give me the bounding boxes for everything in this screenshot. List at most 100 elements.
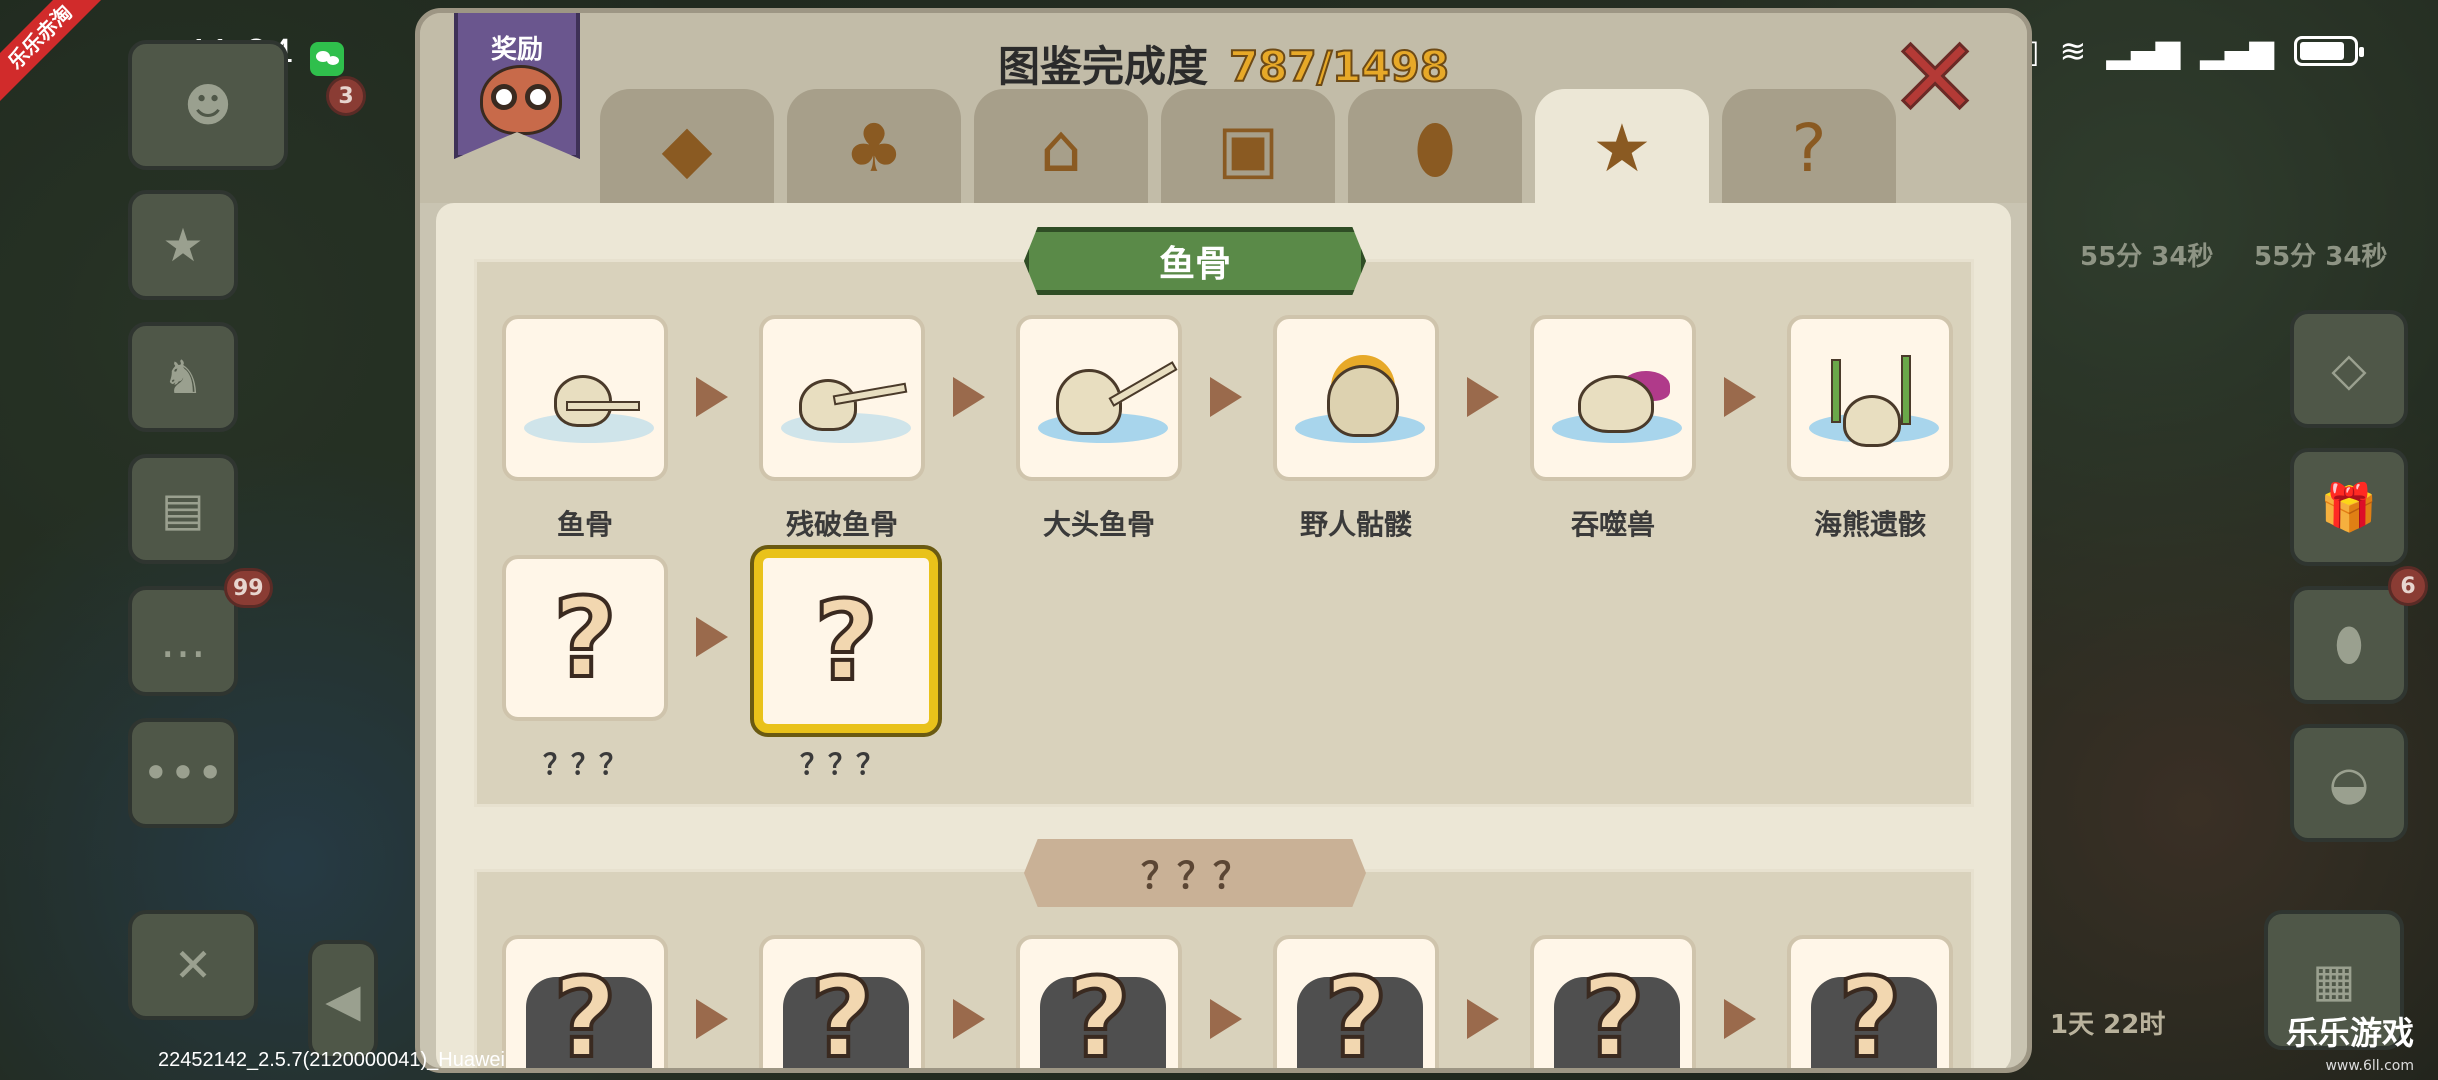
- question-mark-icon: ?: [812, 577, 880, 705]
- evolve-arrow-icon: [696, 617, 728, 657]
- knight-button[interactable]: ♞: [128, 322, 238, 432]
- skull-art: [1578, 375, 1654, 433]
- locked-card[interactable]: ?: [1016, 935, 1182, 1073]
- locked-card[interactable]: ?: [502, 935, 668, 1073]
- tab-clover[interactable]: ♣: [787, 89, 961, 209]
- item-name: 大头鱼骨: [1042, 508, 1155, 541]
- question-mark-icon: ?: [551, 954, 619, 1073]
- item-name: 吞噬兽: [1570, 508, 1655, 541]
- collection-card-sea-bear-remains[interactable]: [1787, 315, 1953, 481]
- item-name: ？？？: [542, 748, 627, 781]
- reward-label: 奖励: [490, 35, 543, 65]
- question-mark-icon: ?: [1322, 954, 1390, 1073]
- collection-card-fishbone[interactable]: [502, 315, 668, 481]
- collection-card-devourer[interactable]: [1530, 315, 1696, 481]
- tab-house[interactable]: ⌂: [974, 89, 1148, 209]
- evolve-arrow-icon: [1467, 377, 1499, 417]
- section-title-fishbone: 鱼骨: [1024, 227, 1366, 295]
- skull-art: [1327, 365, 1399, 437]
- collection-card-savage-skull[interactable]: [1273, 315, 1439, 481]
- watermark-logo: 乐乐游戏: [2285, 1014, 2414, 1052]
- book-button[interactable]: ▤: [128, 454, 238, 564]
- dialog-header: 图鉴完成度 787/1498 ◆ ♣ ⌂ ▣ ⬮ ★ ? ✕: [420, 13, 2027, 209]
- right-timer: 1天 22时: [2050, 1010, 2166, 1040]
- gift-button[interactable]: 🎁: [2290, 448, 2408, 566]
- egg-icon: ⬮: [1414, 110, 1456, 187]
- locked-card[interactable]: ?: [1273, 935, 1439, 1073]
- section-fishbone: [474, 259, 1974, 807]
- evolve-arrow-icon: [1210, 999, 1242, 1039]
- wifi-icon: ≋: [2059, 32, 2087, 70]
- completion-value: 787/1498: [1228, 41, 1450, 92]
- avatar-frame[interactable]: ☻: [128, 40, 288, 170]
- evolve-arrow-icon: [953, 999, 985, 1039]
- tab-chest[interactable]: ▣: [1161, 89, 1335, 209]
- item-name: 鱼骨: [556, 508, 613, 541]
- tab-question[interactable]: ?: [1722, 89, 1896, 209]
- star-icon: ★: [1592, 110, 1652, 187]
- tab-diamond[interactable]: ◆: [600, 89, 774, 209]
- signal-icon-2: ▂▄▆: [2200, 32, 2274, 70]
- timer-2: 55分 34秒: [2254, 242, 2388, 272]
- seaweed-art: [1831, 359, 1841, 423]
- watermark-url: www.6ll.com: [2325, 1058, 2414, 1074]
- question-mark-icon: ?: [1065, 954, 1133, 1073]
- item-name: 残破鱼骨: [785, 508, 898, 541]
- question-mark-icon: ?: [808, 954, 876, 1073]
- owl-icon: [480, 65, 562, 135]
- tab-egg[interactable]: ⬮: [1348, 89, 1522, 209]
- category-tabs: ◆ ♣ ⌂ ▣ ⬮ ★ ?: [600, 89, 1896, 209]
- battery-icon: [2294, 36, 2364, 66]
- skull-art: [799, 379, 857, 431]
- collection-content[interactable]: 鱼骨 鱼骨 残破鱼骨 大头鱼骨 野人骷髅 吞噬兽 海熊遗骸 ? ？？？ ? ？？…: [436, 203, 2011, 1073]
- wechat-icon: [310, 42, 344, 76]
- more-button[interactable]: •••: [128, 718, 238, 828]
- skull-art: [1843, 395, 1901, 447]
- tab-star[interactable]: ★: [1535, 89, 1709, 209]
- evolve-arrow-icon: [953, 377, 985, 417]
- collection-card-unknown[interactable]: ?: [502, 555, 668, 721]
- chat-count-badge: 99: [224, 568, 273, 608]
- chat-button[interactable]: …: [128, 586, 238, 696]
- evolve-arrow-icon: [1467, 999, 1499, 1039]
- close-button[interactable]: ✕: [1887, 22, 1982, 135]
- star-button[interactable]: ★: [128, 190, 238, 300]
- banner-button[interactable]: ◇: [2290, 310, 2408, 428]
- nest-button[interactable]: ◒: [2290, 724, 2408, 842]
- seaweed-art: [1901, 355, 1911, 425]
- close-icon: ✕: [1887, 14, 1982, 142]
- egg-count-badge: 6: [2388, 566, 2428, 606]
- completion-label: 图鉴完成度: [997, 42, 1208, 91]
- question-icon: ?: [1791, 110, 1827, 187]
- completion-title: 图鉴完成度 787/1498: [420, 33, 2027, 94]
- locked-card[interactable]: ?: [1530, 935, 1696, 1073]
- signal-icon: ▂▄▆: [2106, 32, 2181, 70]
- locked-card[interactable]: ?: [759, 935, 925, 1073]
- diamond-icon: ◆: [661, 110, 713, 187]
- chest-icon: ▣: [1216, 110, 1280, 187]
- item-name: ？？？: [799, 748, 884, 781]
- egg-button[interactable]: ⬮: [2290, 586, 2408, 704]
- bones-art: [566, 401, 640, 411]
- locked-card[interactable]: ?: [1787, 935, 1953, 1073]
- section-title-unknown: ？？？: [1024, 839, 1366, 907]
- map-button[interactable]: ✕: [128, 910, 258, 1020]
- evolve-arrow-icon: [1210, 377, 1242, 417]
- collapse-arrow-button[interactable]: ◀: [308, 940, 378, 1060]
- question-mark-icon: ?: [1836, 954, 1904, 1073]
- collection-dialog: 图鉴完成度 787/1498 ◆ ♣ ⌂ ▣ ⬮ ★ ? ✕ 奖励 鱼骨 鱼骨: [415, 8, 2032, 1073]
- question-mark-icon: ?: [551, 574, 619, 702]
- question-mark-icon: ?: [1579, 954, 1647, 1073]
- timer-1: 55分 34秒: [2080, 242, 2214, 272]
- evolve-arrow-icon: [696, 999, 728, 1039]
- item-name: 野人骷髅: [1299, 508, 1412, 541]
- collection-card-unknown-final[interactable]: ?: [754, 549, 938, 733]
- bones-art: [1108, 361, 1178, 407]
- level-badge: 3: [326, 76, 366, 116]
- evolve-arrow-icon: [1724, 377, 1756, 417]
- house-icon: ⌂: [1040, 110, 1082, 187]
- build-info: 22452142_2.5.7(2120000041)_Huawei: [158, 1049, 505, 1071]
- collection-card-broken-fishbone[interactable]: [759, 315, 925, 481]
- evolve-arrow-icon: [1724, 999, 1756, 1039]
- collection-card-bighead-fishbone[interactable]: [1016, 315, 1182, 481]
